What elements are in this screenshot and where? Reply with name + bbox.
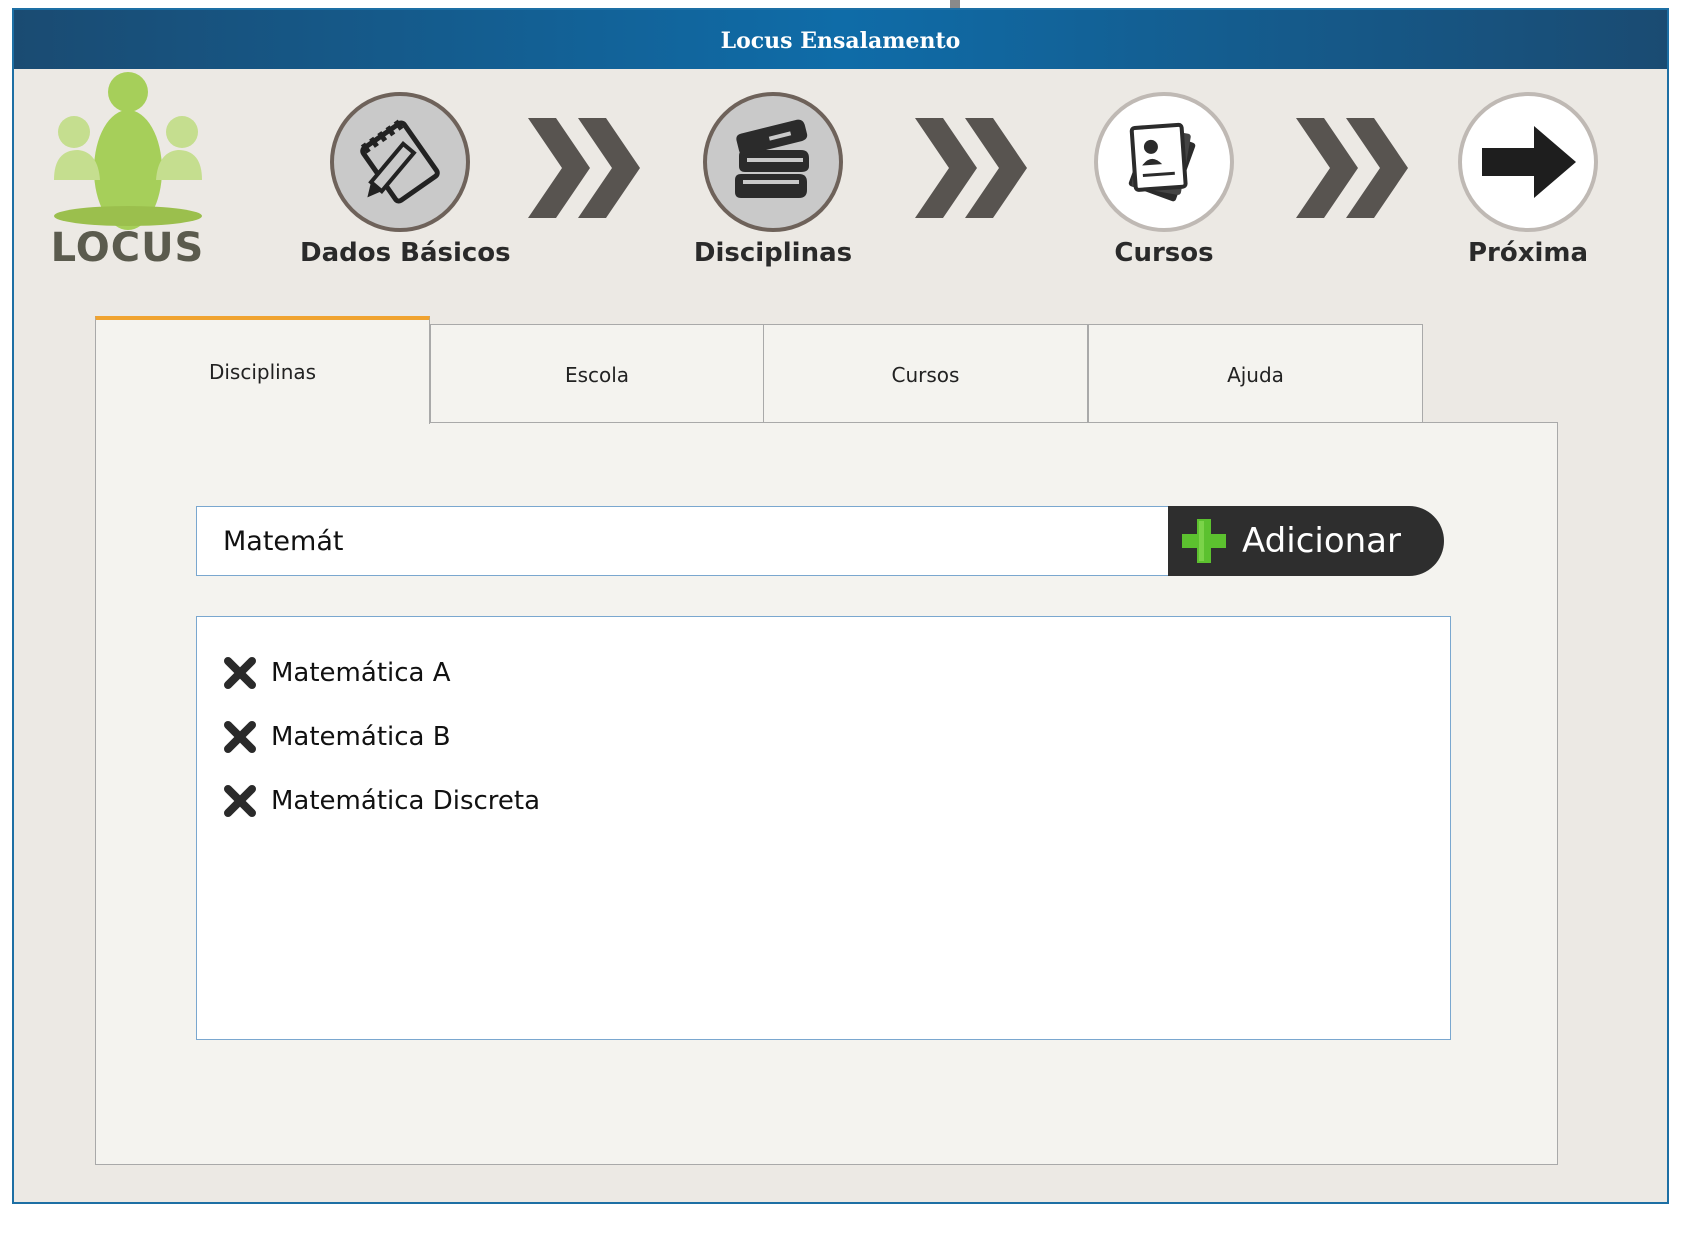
books-icon xyxy=(735,119,809,198)
list-item: Matemática Discreta xyxy=(197,769,1450,833)
arrow-right-icon xyxy=(1482,126,1576,198)
people-logo-icon xyxy=(54,72,202,230)
add-button-label: Adicionar xyxy=(1242,521,1401,561)
step-label: Dados Básicos xyxy=(300,238,511,268)
list-item-label: Matemática Discreta xyxy=(271,786,541,816)
window-notch xyxy=(950,0,960,8)
step-proxima[interactable]: Próxima xyxy=(1428,92,1628,268)
step-circle xyxy=(1458,92,1598,232)
chevrons-icon xyxy=(1296,118,1408,218)
disciplines-list[interactable]: Matemática A Matemática B Matemática Dis… xyxy=(196,616,1451,1040)
step-dados-basicos[interactable]: Dados Básicos xyxy=(300,92,511,268)
step-disciplinas[interactable]: Disciplinas xyxy=(673,92,873,268)
step-circle xyxy=(1094,92,1234,232)
remove-x-icon[interactable] xyxy=(223,784,257,818)
tab-cursos[interactable]: Cursos xyxy=(763,324,1088,424)
step-cursos[interactable]: Cursos xyxy=(1064,92,1264,268)
list-item-label: Matemática B xyxy=(271,722,451,752)
notepad-pencil-icon xyxy=(360,119,440,204)
discipline-search-input[interactable] xyxy=(196,506,1169,576)
window-title: Locus Ensalamento xyxy=(720,28,961,54)
logo-text: LOCUS xyxy=(50,225,205,271)
step-label: Disciplinas xyxy=(693,238,853,268)
plus-icon xyxy=(1182,519,1226,563)
step-circle xyxy=(330,92,470,232)
step-label: Próxima xyxy=(1467,238,1589,268)
locus-logo: LOCUS xyxy=(40,60,215,275)
tab-disciplinas[interactable]: Disciplinas xyxy=(95,316,430,424)
tab-escola[interactable]: Escola xyxy=(430,324,764,424)
add-button[interactable]: Adicionar xyxy=(1168,506,1444,576)
tab-ajuda[interactable]: Ajuda xyxy=(1088,324,1423,424)
title-bar[interactable]: Locus Ensalamento xyxy=(14,10,1667,69)
remove-x-icon[interactable] xyxy=(223,656,257,690)
list-item: Matemática B xyxy=(197,705,1450,769)
remove-x-icon[interactable] xyxy=(223,720,257,754)
chevrons-icon xyxy=(528,118,640,218)
step-circle xyxy=(703,92,843,232)
list-item-label: Matemática A xyxy=(271,658,451,688)
chevrons-icon xyxy=(915,118,1027,218)
list-item: Matemática A xyxy=(197,641,1450,705)
id-documents-icon xyxy=(1128,122,1196,202)
step-label: Cursos xyxy=(1114,238,1214,268)
